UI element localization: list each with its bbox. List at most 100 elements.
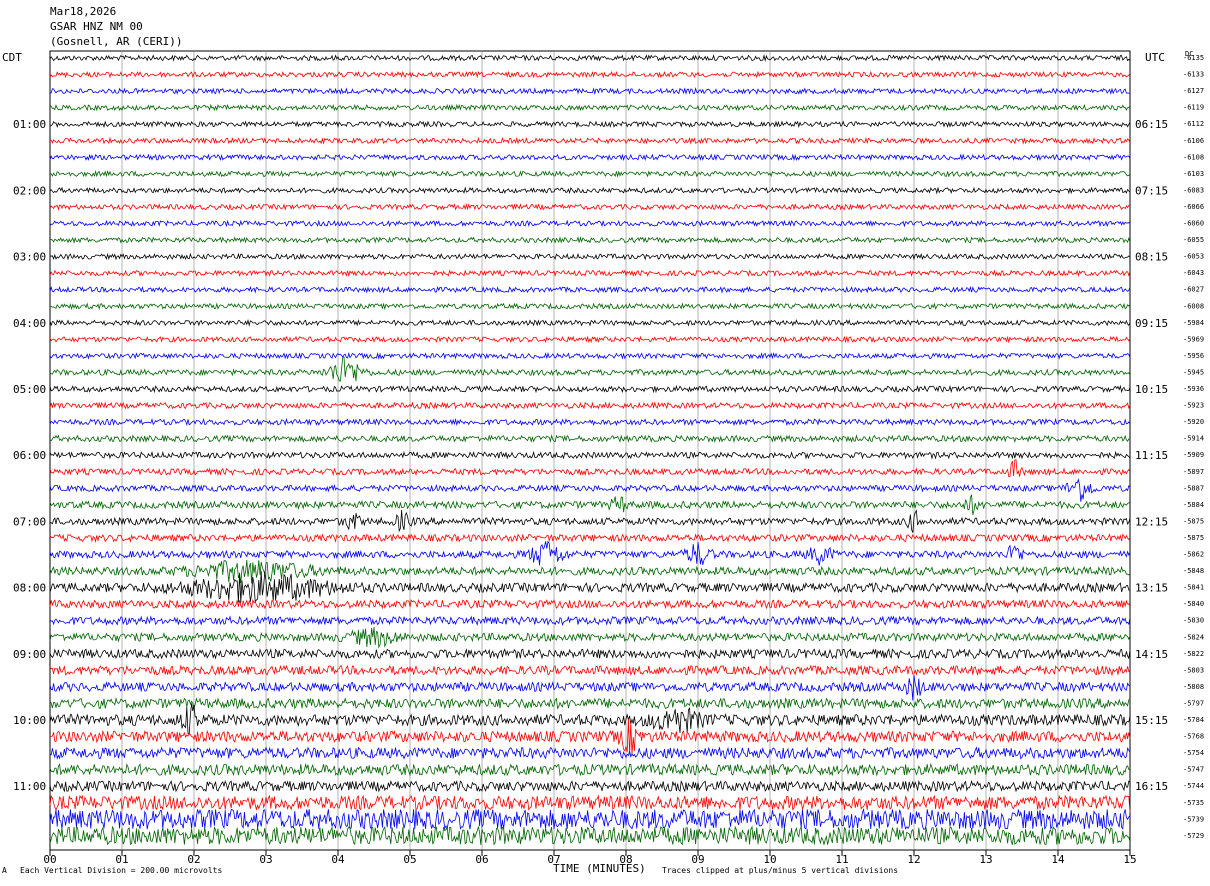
trace-line: [49, 219, 1131, 228]
left-hour-label: 08:00: [13, 582, 46, 595]
dc-offset-label: -5969: [1183, 335, 1204, 343]
seismogram-plot: 00 01 02 03 04 05 06 07 08 09 10 11 12 13 14 15-6135-61…: [13, 50, 1204, 866]
trace-line: [49, 186, 1131, 195]
x-tick-label: 05: [403, 853, 416, 866]
trace-line: [49, 54, 1131, 62]
x-tick-label: 06: [475, 853, 488, 866]
dc-offset-label: -6060: [1183, 220, 1204, 228]
trace-line: [49, 417, 1131, 427]
trace-line: [49, 252, 1131, 261]
dc-offset-label: -5875: [1183, 534, 1204, 542]
trace-line: [49, 697, 1131, 710]
dc-offset-label: -5824: [1183, 633, 1204, 641]
dc-offset-label: -5909: [1183, 451, 1204, 459]
trace-line: [49, 825, 1131, 846]
trace-line: [49, 807, 1131, 831]
dc-offset-label: -6127: [1183, 87, 1204, 95]
trace-line: [49, 318, 1131, 327]
dc-offset-label: -5754: [1183, 749, 1204, 757]
right-hour-label: 08:15: [1135, 251, 1168, 264]
dc-offset-label: -6135: [1183, 54, 1204, 62]
trace-line: [49, 70, 1131, 79]
right-hour-label: 15:15: [1135, 714, 1168, 727]
scale-note: Each Vertical Division = 200.00 microvol…: [20, 866, 223, 875]
left-hour-label: 01:00: [13, 118, 46, 131]
trace-line: [49, 285, 1131, 294]
dc-offset-label: -6027: [1183, 286, 1204, 294]
x-tick-label: 03: [259, 853, 272, 866]
trace-line: [49, 746, 1131, 760]
left-hour-label: 07:00: [13, 515, 46, 528]
dc-offset-label: -5914: [1183, 435, 1204, 443]
trace-line: [49, 494, 1131, 516]
trace-line: [49, 703, 1131, 736]
plot-frame: [49, 50, 1131, 851]
left-hour-label: 04:00: [13, 317, 46, 330]
dc-offset-label: -5747: [1183, 766, 1204, 774]
right-hour-label: 06:15: [1135, 118, 1168, 131]
dc-offset-label: -6043: [1183, 269, 1204, 277]
trace-line: [49, 598, 1131, 610]
trace-line: [49, 571, 1131, 604]
trace-line: [49, 434, 1131, 444]
x-tick-label: 14: [1051, 853, 1065, 866]
dc-offset-label: -5735: [1183, 799, 1204, 807]
corner-mark: A: [2, 866, 7, 875]
dc-offset-label: -6112: [1183, 120, 1204, 128]
trace-line: [49, 87, 1131, 96]
dc-offset-label: -5945: [1183, 368, 1204, 376]
right-hour-label: 16:15: [1135, 780, 1168, 793]
trace-line: [49, 302, 1131, 311]
right-hour-label: 10:15: [1135, 383, 1168, 396]
dc-offset-label: -5841: [1183, 584, 1204, 592]
trace-line: [49, 509, 1131, 533]
dc-offset-label: -5739: [1183, 815, 1204, 823]
trace-line: [49, 103, 1131, 112]
dc-offset-label: -5984: [1183, 319, 1204, 327]
dc-offset-label: -5956: [1183, 352, 1204, 360]
dc-offset-label: -6119: [1183, 104, 1204, 112]
left-hour-label: 11:00: [13, 780, 46, 793]
right-hour-label: 14:15: [1135, 648, 1168, 661]
x-tick-label: 01: [115, 853, 128, 866]
trace-line: [49, 236, 1131, 245]
dc-offset-label: -5920: [1183, 418, 1204, 426]
dc-offset-label: -5744: [1183, 782, 1204, 790]
trace-line: [49, 450, 1131, 460]
left-hour-label: 03:00: [13, 251, 46, 264]
trace-line: [49, 335, 1131, 344]
dc-offset-label: -6055: [1183, 236, 1204, 244]
x-tick-label: 00: [43, 853, 56, 866]
dc-offset-label: -5768: [1183, 733, 1204, 741]
trace-line: [49, 401, 1131, 410]
x-tick-label: 13: [979, 853, 992, 866]
x-tick-label: 09: [691, 853, 704, 866]
seismogram-page: Mar18,2026 GSAR HNZ NM 00 (Gosnell, AR (…: [0, 0, 1210, 886]
dc-offset-label: -5897: [1183, 468, 1204, 476]
dc-offset-label: -6133: [1183, 71, 1204, 79]
dc-offset-label: -6008: [1183, 302, 1204, 310]
trace-line: [49, 627, 1131, 649]
dc-offset-label: -5830: [1183, 617, 1204, 625]
trace-line: [49, 153, 1131, 162]
trace-line: [49, 533, 1131, 543]
dc-offset-label: -5875: [1183, 517, 1204, 525]
dc-offset-label: -6103: [1183, 170, 1204, 178]
trace-line: [49, 779, 1131, 793]
trace-line: [49, 269, 1131, 278]
right-hour-label: 09:15: [1135, 317, 1168, 330]
trace-line: [49, 648, 1131, 660]
trace-line: [49, 615, 1131, 627]
dc-offset-label: -5884: [1183, 501, 1204, 509]
x-tick-label: 15: [1123, 853, 1136, 866]
dc-offset-label: -5803: [1183, 666, 1204, 674]
trace-line: [49, 664, 1131, 677]
dc-offset-label: -6053: [1183, 253, 1204, 261]
dc-offset-label: -5887: [1183, 484, 1204, 492]
trace-line: [49, 675, 1131, 701]
x-tick-label: 10: [763, 853, 776, 866]
left-hour-label: 05:00: [13, 383, 46, 396]
trace-line: [49, 384, 1131, 394]
trace-line: [49, 352, 1131, 360]
dc-offset-label: -5923: [1183, 402, 1204, 410]
